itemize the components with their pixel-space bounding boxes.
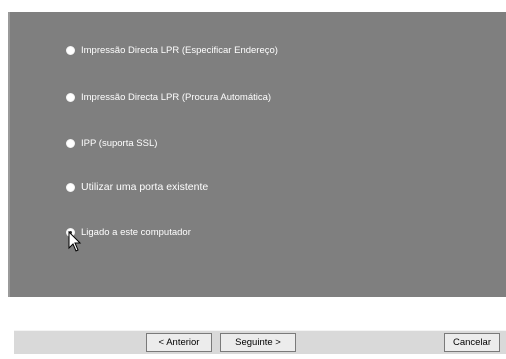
mouse-pointer-icon: [68, 231, 82, 252]
panel-edge: [8, 12, 10, 297]
back-button[interactable]: < Anterior: [146, 333, 212, 352]
option-ipp-ssl[interactable]: IPP (suporta SSL): [66, 138, 157, 149]
next-button[interactable]: Seguinte >: [220, 333, 296, 352]
radio-button[interactable]: [66, 139, 75, 148]
radio-button[interactable]: [66, 182, 75, 192]
radio-button[interactable]: [66, 46, 75, 55]
option-local-computer[interactable]: Ligado a este computador: [66, 227, 191, 238]
option-label: Impressão Directa LPR (Procura Automátic…: [81, 92, 272, 103]
option-lpr-specify-address[interactable]: Impressão Directa LPR (Especificar Ender…: [66, 45, 278, 56]
option-label: Utilizar uma porta existente: [81, 181, 209, 193]
option-lpr-auto-search[interactable]: Impressão Directa LPR (Procura Automátic…: [66, 92, 271, 103]
cancel-button[interactable]: Cancelar: [444, 333, 500, 352]
wizard-window: Impressão Directa LPR (Especificar Ender…: [0, 0, 506, 359]
radio-button[interactable]: [66, 93, 75, 102]
option-label: Impressão Directa LPR (Especificar Ender…: [81, 45, 278, 56]
option-label: Ligado a este computador: [81, 227, 191, 238]
option-existing-port[interactable]: Utilizar uma porta existente: [66, 181, 208, 193]
option-label: IPP (suporta SSL): [81, 138, 158, 149]
